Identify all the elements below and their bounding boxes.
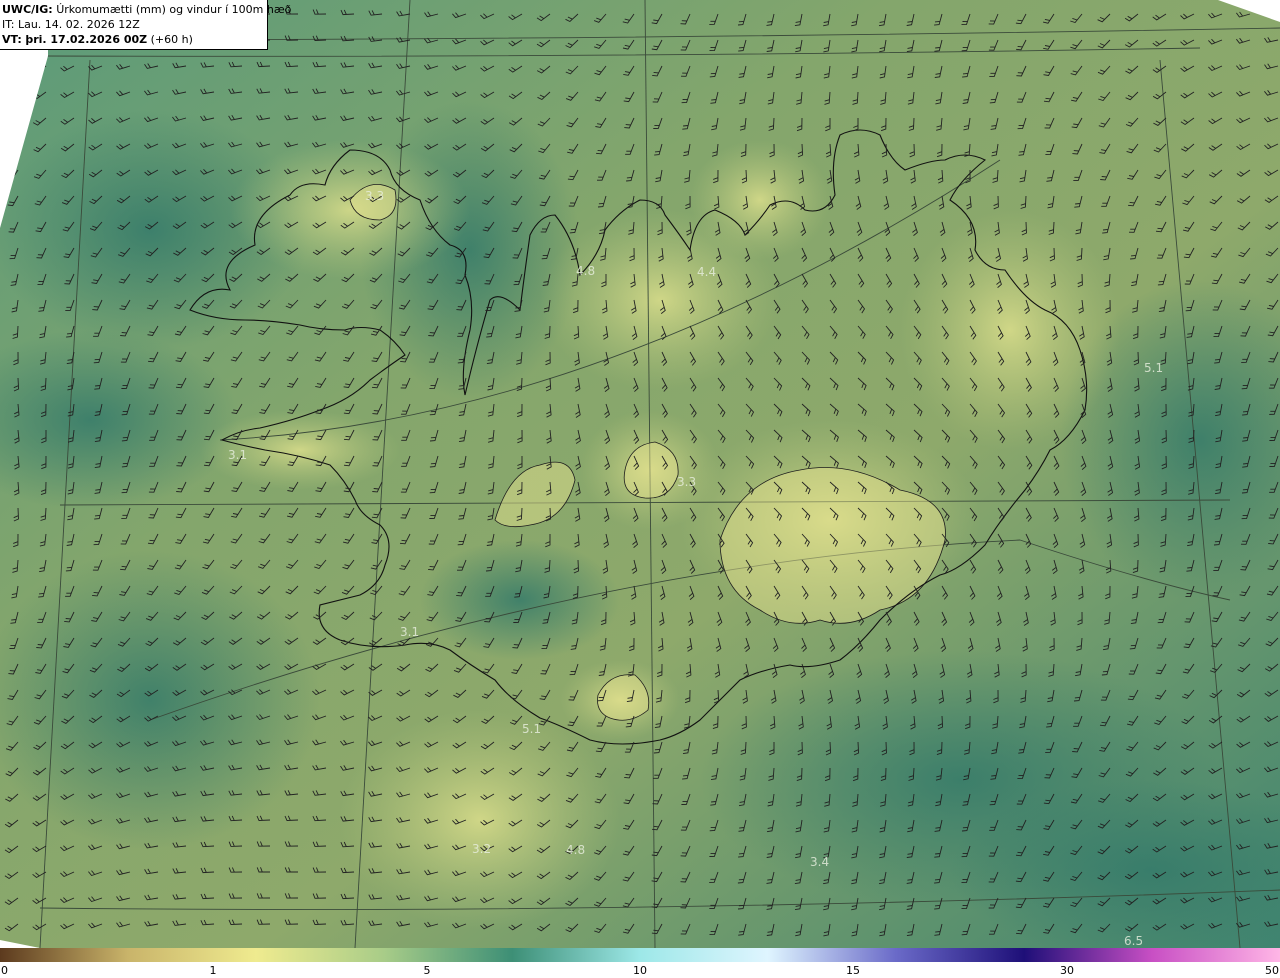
map-label: 3.3: [365, 189, 384, 203]
map-label: 3.1: [228, 448, 247, 462]
header-title-row: UWC/IG: Úrkomumætti (mm) og vindur í 100…: [2, 2, 291, 17]
legend-tick: 1: [209, 964, 217, 977]
map-label: 3.1: [400, 625, 419, 639]
map-label: 5.1: [1144, 361, 1163, 375]
map-header: UWC/IG: Úrkomumætti (mm) og vindur í 100…: [0, 0, 291, 50]
map-label: 4.4: [697, 265, 716, 279]
legend-tick: 50: [1265, 964, 1279, 977]
issue-time: IT: Lau. 14. 02. 2026 12Z: [2, 18, 140, 31]
precipitation-map: 3.3 4.8 4.4 5.1 3.1 3.3 3.1 5.1 3.2 4.8 …: [0, 0, 1280, 948]
legend-tick: 30: [1060, 964, 1074, 977]
map-label: 3.2: [472, 842, 491, 856]
valid-time-row: VT: þri. 17.02.2026 00Z (+60 h): [2, 32, 267, 47]
map-label: 4.8: [566, 843, 585, 857]
map-label: 6.5: [1124, 934, 1143, 948]
valid-prefix: VT:: [2, 33, 22, 46]
map-title: Úrkomumætti (mm) og vindur í 100m hæð: [56, 3, 292, 16]
valid-time: þri. 17.02.2026 00Z: [25, 33, 148, 46]
color-legend: 0 1 5 10 15 30 50: [0, 948, 1280, 978]
legend-tick: 0: [1, 964, 8, 977]
legend-tick: 10: [633, 964, 647, 977]
map-label: 5.1: [522, 722, 541, 736]
legend-color-bar: [0, 948, 1280, 962]
map-label: 3.3: [677, 475, 696, 489]
valid-offset: (+60 h): [150, 33, 193, 46]
map-label: 4.8: [576, 264, 595, 278]
model-name: UWC/IG:: [2, 3, 53, 16]
legend-tick: 5: [423, 964, 431, 977]
map-label: 3.4: [810, 855, 829, 869]
legend-tick: 15: [846, 964, 860, 977]
